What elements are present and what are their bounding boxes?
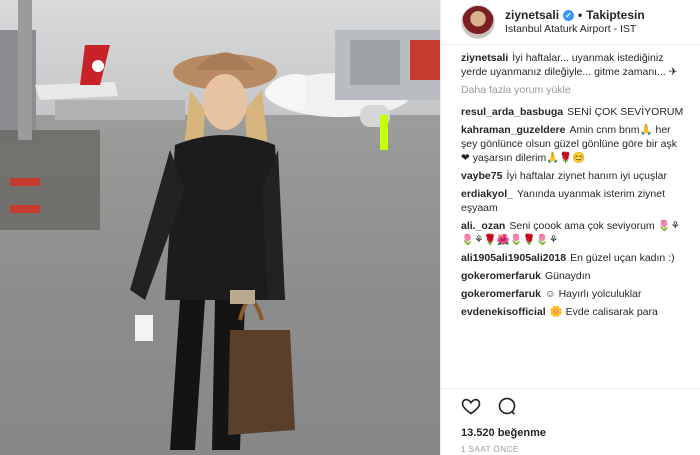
comment-username[interactable]: vaybe75 <box>461 170 502 182</box>
post-side-panel: ziynetsali ✓ • Takiptesin Istanbul Atatu… <box>440 0 700 455</box>
comment-text: ☺ Hayırlı yolculuklar <box>544 288 642 300</box>
location-link[interactable]: Istanbul Ataturk Airport - IST <box>505 23 645 36</box>
load-more-comments-link[interactable]: Daha fazla yorum yükle <box>461 83 686 97</box>
comment-icon[interactable] <box>497 396 517 421</box>
comments-list: ziynetsali İyi haftalar... uyanmak istedi… <box>441 45 700 391</box>
comment-username[interactable]: gokeromerfaruk <box>461 270 541 282</box>
comment-username[interactable]: erdiakyol_ <box>461 188 513 200</box>
follow-status-button[interactable]: Takiptesin <box>586 8 644 23</box>
comment: evdenekisofficial 🌼 Evde calisarak para <box>461 305 686 319</box>
comment-text: İyi haftalar ziynet hanım iyi uçuşlar <box>506 170 667 182</box>
comment-text: SENİ ÇOK SEVİYORUM <box>567 106 684 118</box>
comment-text: 🌼 Evde calisarak para <box>549 306 658 318</box>
verified-icon: ✓ <box>563 9 575 21</box>
likes-count[interactable]: 13.520 beğenme <box>461 427 680 439</box>
comment: ali._ozan Seni çoook ama çok seviyorum 🌷⚘… <box>461 219 686 247</box>
comment: erdiakyol_ Yanında uyanmak isterim ziynet… <box>461 187 686 215</box>
caption-username[interactable]: ziynetsali <box>461 52 508 64</box>
comment-username[interactable]: ali1905ali1905ali2018 <box>461 252 566 264</box>
timestamp: 1 SAAT ÖNCE <box>461 445 519 454</box>
post-header: ziynetsali ✓ • Takiptesin Istanbul Atatu… <box>441 0 700 45</box>
comment: vaybe75 İyi haftalar ziynet hanım iyi uçu… <box>461 169 686 183</box>
comment: gokeromerfaruk Günaydın <box>461 269 686 283</box>
comment-text: Günaydın <box>544 270 591 282</box>
avatar[interactable] <box>461 5 495 39</box>
separator-dot: • <box>578 7 583 22</box>
comment-username[interactable]: kahraman_guzeldere <box>461 124 565 136</box>
comment: gokeromerfaruk ☺ Hayırlı yolculuklar <box>461 287 686 301</box>
comment-text: En güzel uçan kadın :) <box>570 252 675 264</box>
post-photo[interactable] <box>0 0 440 455</box>
comment-username[interactable]: ali._ozan <box>461 220 505 232</box>
username[interactable]: ziynetsali <box>505 8 559 23</box>
comment-username[interactable]: gokeromerfaruk <box>461 288 541 300</box>
airport-photo <box>0 0 440 455</box>
heart-icon[interactable] <box>461 396 481 421</box>
comment-username[interactable]: resul_arda_basbuga <box>461 106 563 118</box>
comment: ali1905ali1905ali2018 En güzel uçan kadın… <box>461 251 686 265</box>
comment: kahraman_guzeldere Amin cnm bnm🙏 her şey … <box>461 123 686 165</box>
instagram-post: ziynetsali ✓ • Takiptesin Istanbul Atatu… <box>0 0 700 455</box>
comment-username[interactable]: evdenekisofficial <box>461 306 546 318</box>
comment: resul_arda_basbuga SENİ ÇOK SEVİYORUM <box>461 105 686 119</box>
post-actions: 13.520 beğenme 1 SAAT ÖNCE <box>441 388 700 454</box>
caption: ziynetsali İyi haftalar... uyanmak istedi… <box>461 51 686 79</box>
